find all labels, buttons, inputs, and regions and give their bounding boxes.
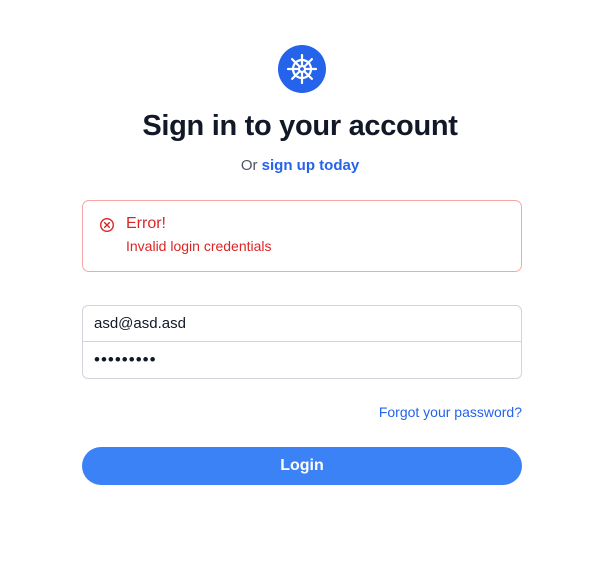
error-message: Invalid login credentials (126, 238, 272, 254)
sign-in-page: Sign in to your account Or sign up today… (0, 0, 600, 587)
forgot-password-link[interactable]: Forgot your password? (379, 404, 522, 420)
credentials-fields (82, 305, 522, 379)
signup-prompt: Or sign up today (0, 157, 600, 174)
page-title: Sign in to your account (142, 110, 458, 142)
login-button[interactable]: Login (82, 447, 522, 485)
ship-wheel-icon (278, 45, 326, 93)
signup-prompt-prefix: Or (240, 157, 258, 174)
sign-up-link[interactable]: sign up today (262, 157, 360, 174)
email-field[interactable] (82, 305, 522, 342)
password-field[interactable] (82, 342, 522, 379)
error-title: Error! (126, 215, 166, 232)
error-alert: Error! Invalid login credentials (82, 200, 522, 272)
x-circle-icon (99, 217, 115, 233)
